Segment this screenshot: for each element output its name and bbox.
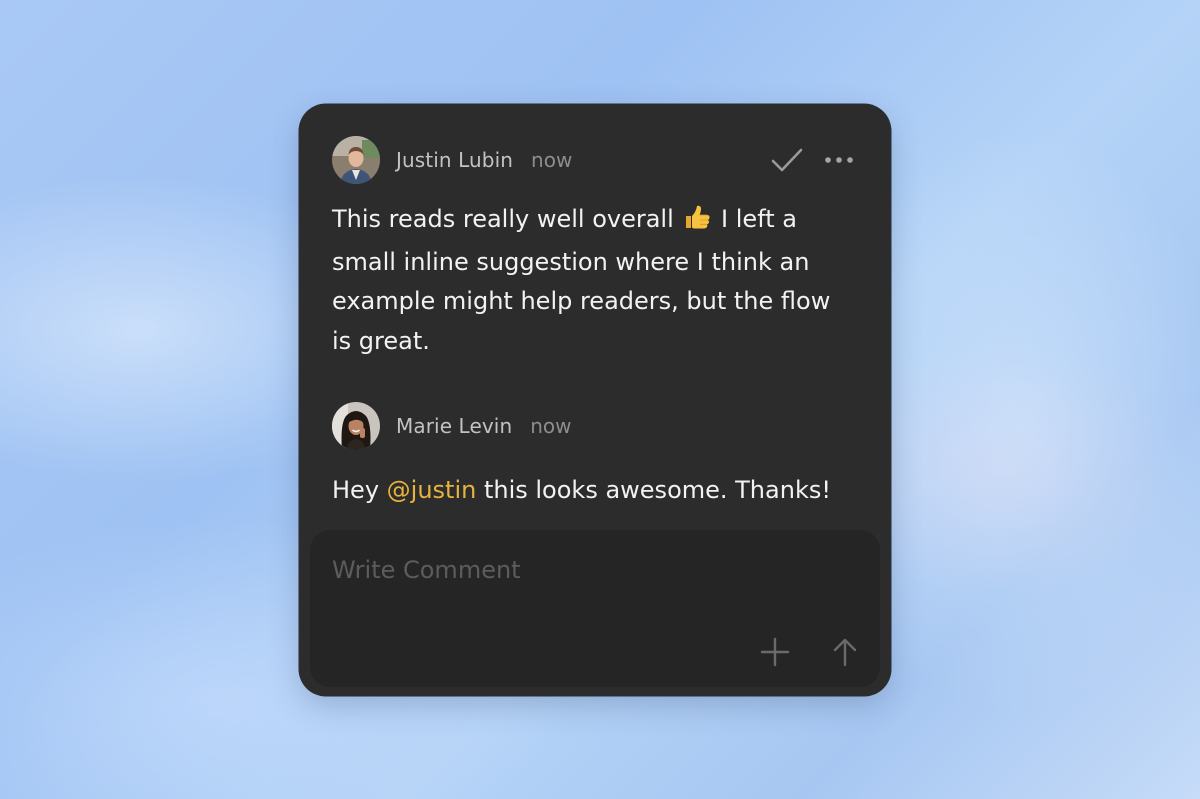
timestamp: now — [531, 148, 573, 172]
author-name: Marie Levin — [396, 414, 513, 438]
comment-text-part: Hey — [332, 476, 380, 504]
user-mention[interactable]: @justin — [387, 476, 477, 504]
comment-text-part: this looks awesome. Thanks! — [483, 476, 831, 504]
arrow-up-icon — [833, 638, 857, 667]
more-options-button[interactable] — [822, 143, 856, 177]
checkmark-icon — [771, 148, 803, 172]
resolve-button[interactable] — [770, 143, 804, 177]
timestamp: now — [530, 414, 572, 438]
plus-icon — [760, 637, 790, 667]
composer-actions — [758, 635, 862, 669]
avatar[interactable] — [332, 402, 380, 450]
more-horizontal-icon — [825, 157, 853, 163]
comment-composer — [310, 530, 880, 687]
attach-button[interactable] — [758, 635, 792, 669]
comment-actions — [770, 143, 856, 177]
comment-text: This reads really well overall I left a … — [332, 200, 832, 361]
author-name: Justin Lubin — [396, 148, 514, 172]
comment-text-part: This reads really well overall — [332, 205, 674, 233]
comment-input[interactable] — [332, 556, 732, 584]
comment-header: Marie Levin now — [332, 401, 858, 451]
comment: Marie Levin now Hey @justin this looks a… — [332, 401, 858, 511]
comment-header: Justin Lubin now — [332, 135, 858, 185]
send-button[interactable] — [828, 635, 862, 669]
comment: Justin Lubin now This reads really well — [332, 135, 858, 361]
comment-thread-card: Justin Lubin now This reads really well — [300, 105, 890, 695]
comment-text: Hey @justin this looks awesome. Thanks! — [332, 471, 872, 511]
avatar[interactable] — [332, 136, 380, 184]
thumbs-up-emoji-icon — [683, 203, 711, 243]
